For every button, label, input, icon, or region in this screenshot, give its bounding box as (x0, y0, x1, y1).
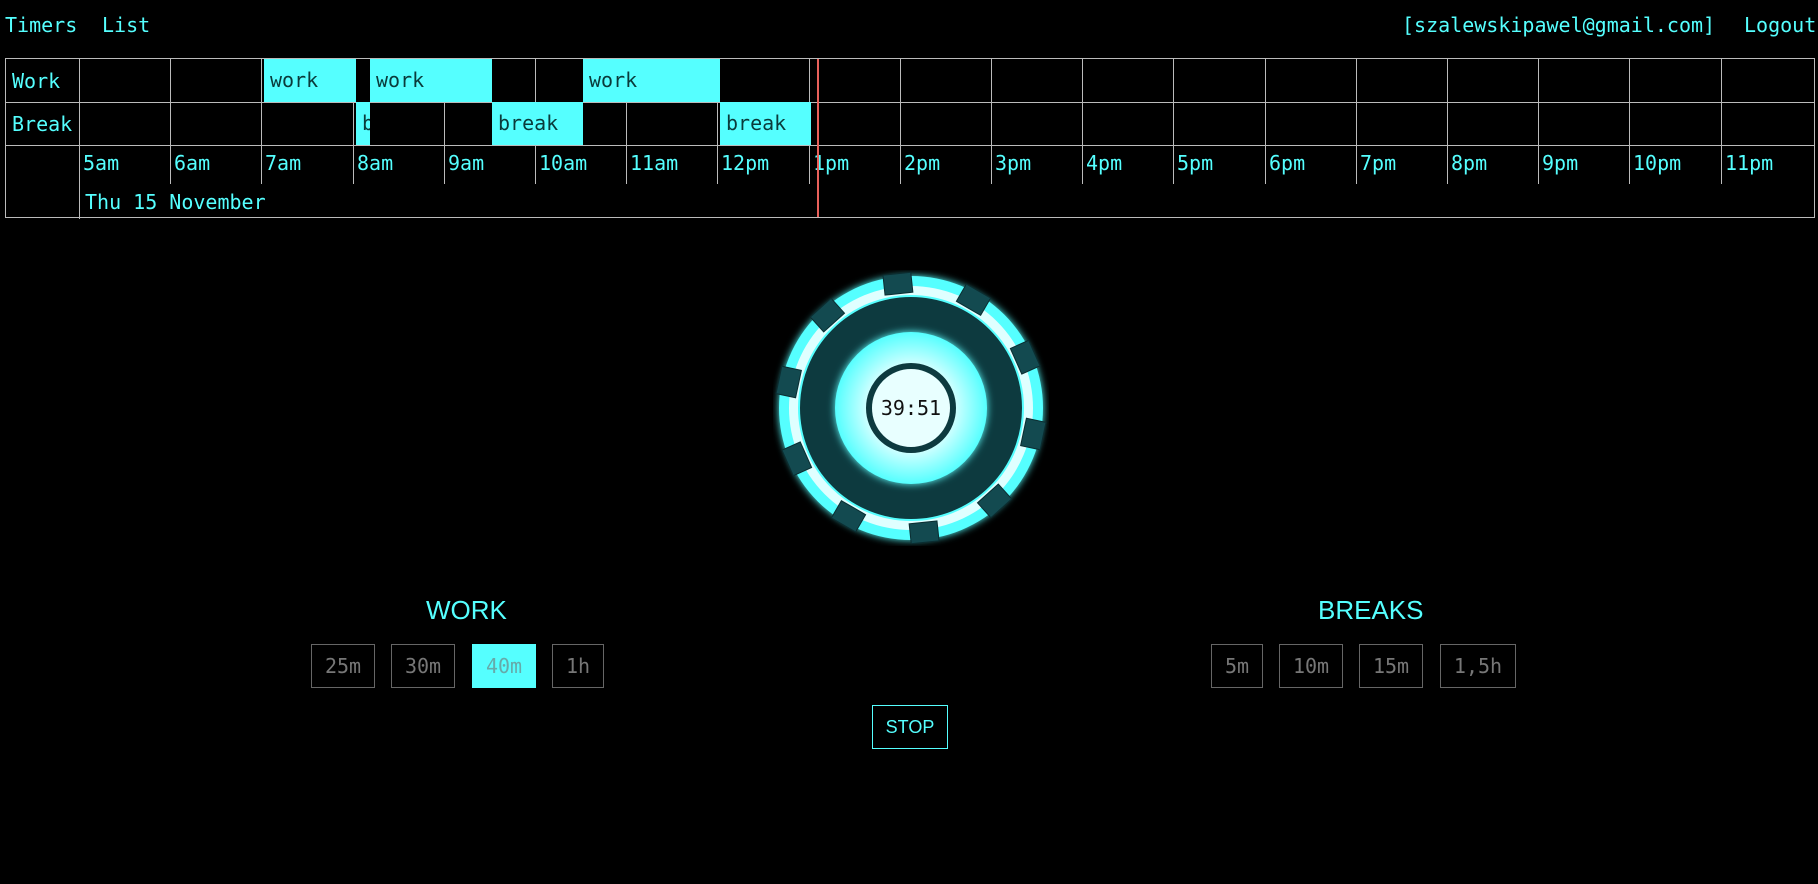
label-column-divider (79, 59, 80, 219)
hour-divider (1447, 59, 1448, 184)
day-timeline: work work work b break break Work Break … (5, 58, 1815, 219)
hour-label: 5pm (1177, 151, 1214, 175)
work-block[interactable]: work (583, 59, 720, 102)
timeline-date: Thu 15 November (85, 190, 266, 214)
break-option-10m[interactable]: 10m (1279, 644, 1343, 688)
work-option-1h[interactable]: 1h (552, 644, 604, 688)
stop-button[interactable]: STOP (872, 705, 948, 749)
break-option-1-5h[interactable]: 1,5h (1440, 644, 1516, 688)
work-section-title: WORK (426, 595, 507, 625)
hour-label: 7pm (1360, 151, 1397, 175)
work-block[interactable]: work (370, 59, 492, 102)
break-option-15m[interactable]: 15m (1359, 644, 1423, 688)
break-block[interactable]: b (356, 102, 370, 145)
nav-timers-link[interactable]: Timers (5, 13, 77, 37)
breaks-section-title: BREAKS (1318, 595, 1424, 625)
timer-dial: 39:51 (773, 270, 1049, 546)
nav-list-link[interactable]: List (102, 13, 150, 37)
hour-divider (1173, 59, 1174, 184)
break-option-5m[interactable]: 5m (1211, 644, 1263, 688)
row-divider (6, 102, 1814, 103)
hour-divider (170, 59, 171, 184)
hour-label: 9pm (1542, 151, 1579, 175)
row-label-work: Work (12, 69, 61, 93)
hour-label: 6am (174, 151, 211, 175)
current-time-marker (817, 59, 819, 217)
work-option-30m[interactable]: 30m (391, 644, 455, 688)
hour-divider (261, 59, 262, 184)
row-divider (6, 145, 1814, 146)
hour-divider (1721, 59, 1722, 184)
hour-label: 11am (630, 151, 679, 175)
hour-divider (1082, 59, 1083, 184)
work-option-40m[interactable]: 40m (472, 644, 536, 688)
logout-link[interactable]: Logout (1744, 13, 1816, 37)
hour-label: 5am (83, 151, 120, 175)
hour-label: 6pm (1269, 151, 1306, 175)
hour-divider (900, 59, 901, 184)
hour-label: 10pm (1633, 151, 1682, 175)
hour-label: 12pm (721, 151, 770, 175)
user-email: [szalewskipawel@gmail.com] (1402, 13, 1716, 37)
hour-divider (1629, 59, 1630, 184)
hour-divider (1265, 59, 1266, 184)
top-nav: Timers List [szalewskipawel@gmail.com] L… (0, 0, 1818, 50)
timer-display: 39:51 (880, 396, 942, 420)
break-block[interactable]: break (720, 102, 811, 145)
work-option-25m[interactable]: 25m (311, 644, 375, 688)
hour-label: 10am (539, 151, 588, 175)
break-block[interactable]: break (492, 102, 583, 145)
hour-label: 2pm (904, 151, 941, 175)
hour-label: 3pm (995, 151, 1032, 175)
hour-label: 9am (448, 151, 485, 175)
hour-divider (1356, 59, 1357, 184)
hour-label: 7am (265, 151, 302, 175)
hour-label: 8am (357, 151, 394, 175)
row-label-break: Break (12, 112, 73, 136)
hour-divider (1538, 59, 1539, 184)
work-block[interactable]: work (264, 59, 356, 102)
hour-divider (991, 59, 992, 184)
hour-label: 4pm (1086, 151, 1123, 175)
hour-label: 8pm (1451, 151, 1488, 175)
hour-label: 11pm (1725, 151, 1774, 175)
